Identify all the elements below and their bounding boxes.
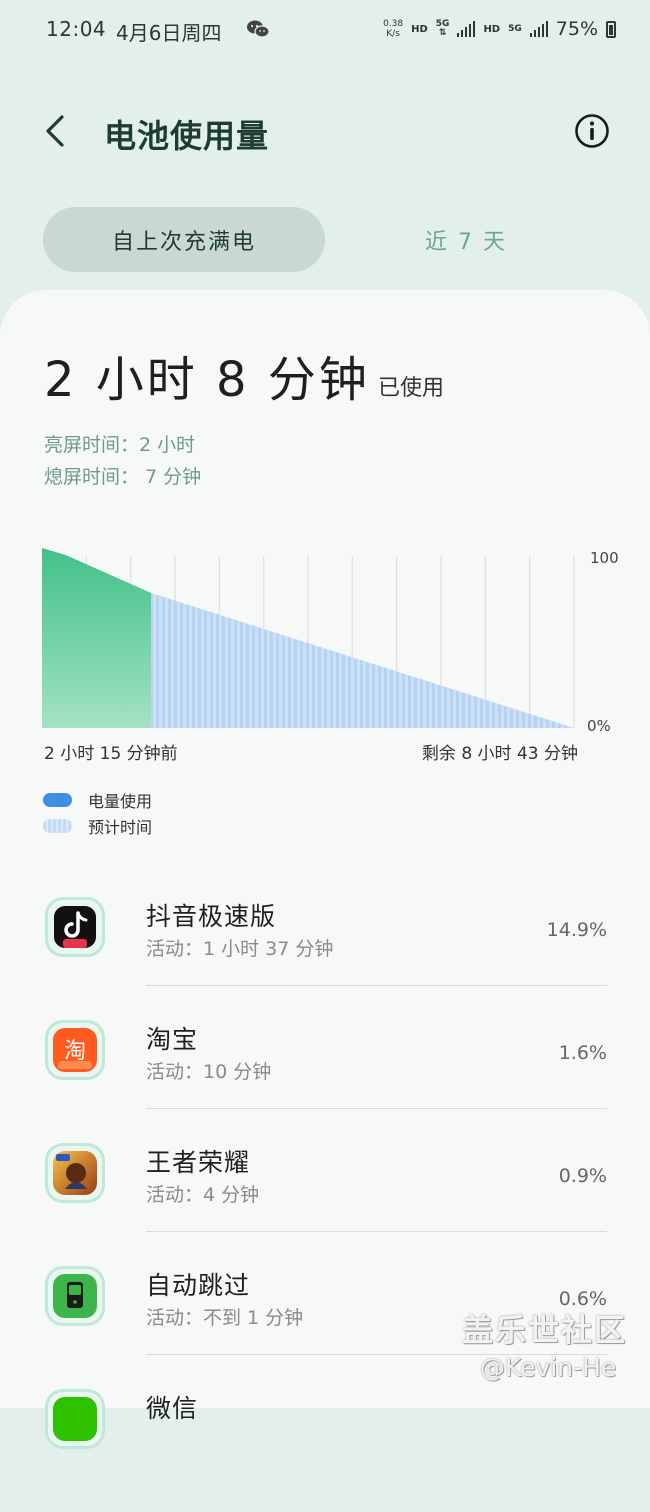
chart-series-used-area	[42, 548, 152, 728]
auto-skip-icon	[45, 1266, 105, 1326]
app-battery-percent: 0.9%	[558, 1165, 607, 1187]
taobao-glyph: 淘	[64, 1039, 86, 1064]
app-activity: 活动：不到 1 分钟	[146, 1307, 304, 1329]
legend-estimated-time: 预计时间	[43, 814, 152, 838]
douyin-lite-icon	[45, 897, 105, 957]
signal-strength-icon	[457, 21, 476, 37]
app-name: 王者荣耀	[146, 1148, 251, 1177]
network-type-indicator: 5G ⇅	[435, 19, 450, 38]
page-title: 电池使用量	[104, 117, 270, 155]
honor-of-kings-icon	[45, 1143, 105, 1203]
divider	[146, 1108, 607, 1109]
battery-icon	[606, 20, 616, 38]
signal-strength-icon-2	[529, 21, 548, 37]
legend-swatch-usage	[43, 793, 72, 807]
app-battery-percent: 14.9%	[546, 919, 607, 941]
taobao-icon: 淘	[45, 1020, 105, 1080]
info-icon[interactable]	[574, 113, 610, 149]
legend-label: 预计时间	[88, 818, 153, 837]
tab-since-full-charge[interactable]: 自上次充满电	[43, 207, 325, 272]
wechat-notification-icon	[247, 20, 270, 38]
battery-level-chart	[42, 548, 575, 728]
app-name: 微信	[146, 1394, 199, 1423]
back-arrow-icon[interactable]	[40, 111, 76, 151]
app-name: 自动跳过	[146, 1271, 251, 1300]
total-usage-time: 2 小时 8 分钟	[44, 352, 370, 408]
status-bar: 12:04 4月6日周四 0.38 K/s HD 5G ⇅ HD 5G 75%	[0, 0, 650, 60]
hd-indicator-2: HD	[483, 23, 501, 35]
battery-percentage: 75%	[555, 18, 598, 40]
legend-swatch-estimate	[43, 819, 72, 833]
app-row-douyin-lite[interactable]: 抖音极速版 活动：1 小时 37 分钟 14.9%	[0, 897, 650, 1020]
app-name: 淘宝	[146, 1025, 199, 1054]
status-date: 4月6日周四	[116, 21, 222, 45]
y-axis-max-label: 100	[590, 549, 619, 567]
wechat-icon	[45, 1389, 105, 1449]
legend-label: 电量使用	[88, 792, 153, 811]
network-speed: 0.38 K/s	[383, 19, 404, 39]
app-row-honor-of-kings[interactable]: 王者荣耀 活动：4 分钟 0.9%	[0, 1143, 650, 1266]
divider	[146, 1231, 607, 1232]
app-battery-percent: 1.6%	[558, 1042, 607, 1064]
total-usage-suffix: 已使用	[378, 376, 445, 401]
app-activity: 活动：10 分钟	[146, 1061, 272, 1083]
app-header: 电池使用量	[0, 95, 650, 170]
app-row-wechat[interactable]: 微信	[0, 1389, 650, 1512]
app-activity: 活动：4 分钟	[146, 1184, 260, 1206]
watermark-user: @Kevin-He	[480, 1353, 617, 1382]
app-row-taobao[interactable]: 淘 淘宝 活动：10 分钟 1.6%	[0, 1020, 650, 1143]
chart-series-estimate-area	[151, 593, 574, 728]
screen-off-time: 熄屏时间： 7 分钟	[44, 466, 202, 488]
status-time: 12:04	[46, 17, 107, 41]
watermark-site: 盖乐世社区	[462, 1313, 627, 1349]
app-activity: 活动：1 小时 37 分钟	[146, 938, 334, 960]
tab-last-7-days[interactable]: 近 7 天	[325, 207, 607, 272]
screen-on-time: 亮屏时间：2 小时	[44, 434, 196, 456]
app-name: 抖音极速版	[146, 902, 277, 931]
hd-indicator: HD	[411, 23, 428, 35]
y-axis-min-label: 0%	[587, 717, 611, 735]
network-type-indicator-2: 5G	[508, 23, 522, 34]
legend-battery-usage: 电量使用	[43, 788, 152, 812]
divider	[146, 985, 607, 986]
x-axis-end-label: 剩余 8 小时 43 分钟	[421, 744, 578, 764]
x-axis-start-label: 2 小时 15 分钟前	[44, 744, 178, 764]
